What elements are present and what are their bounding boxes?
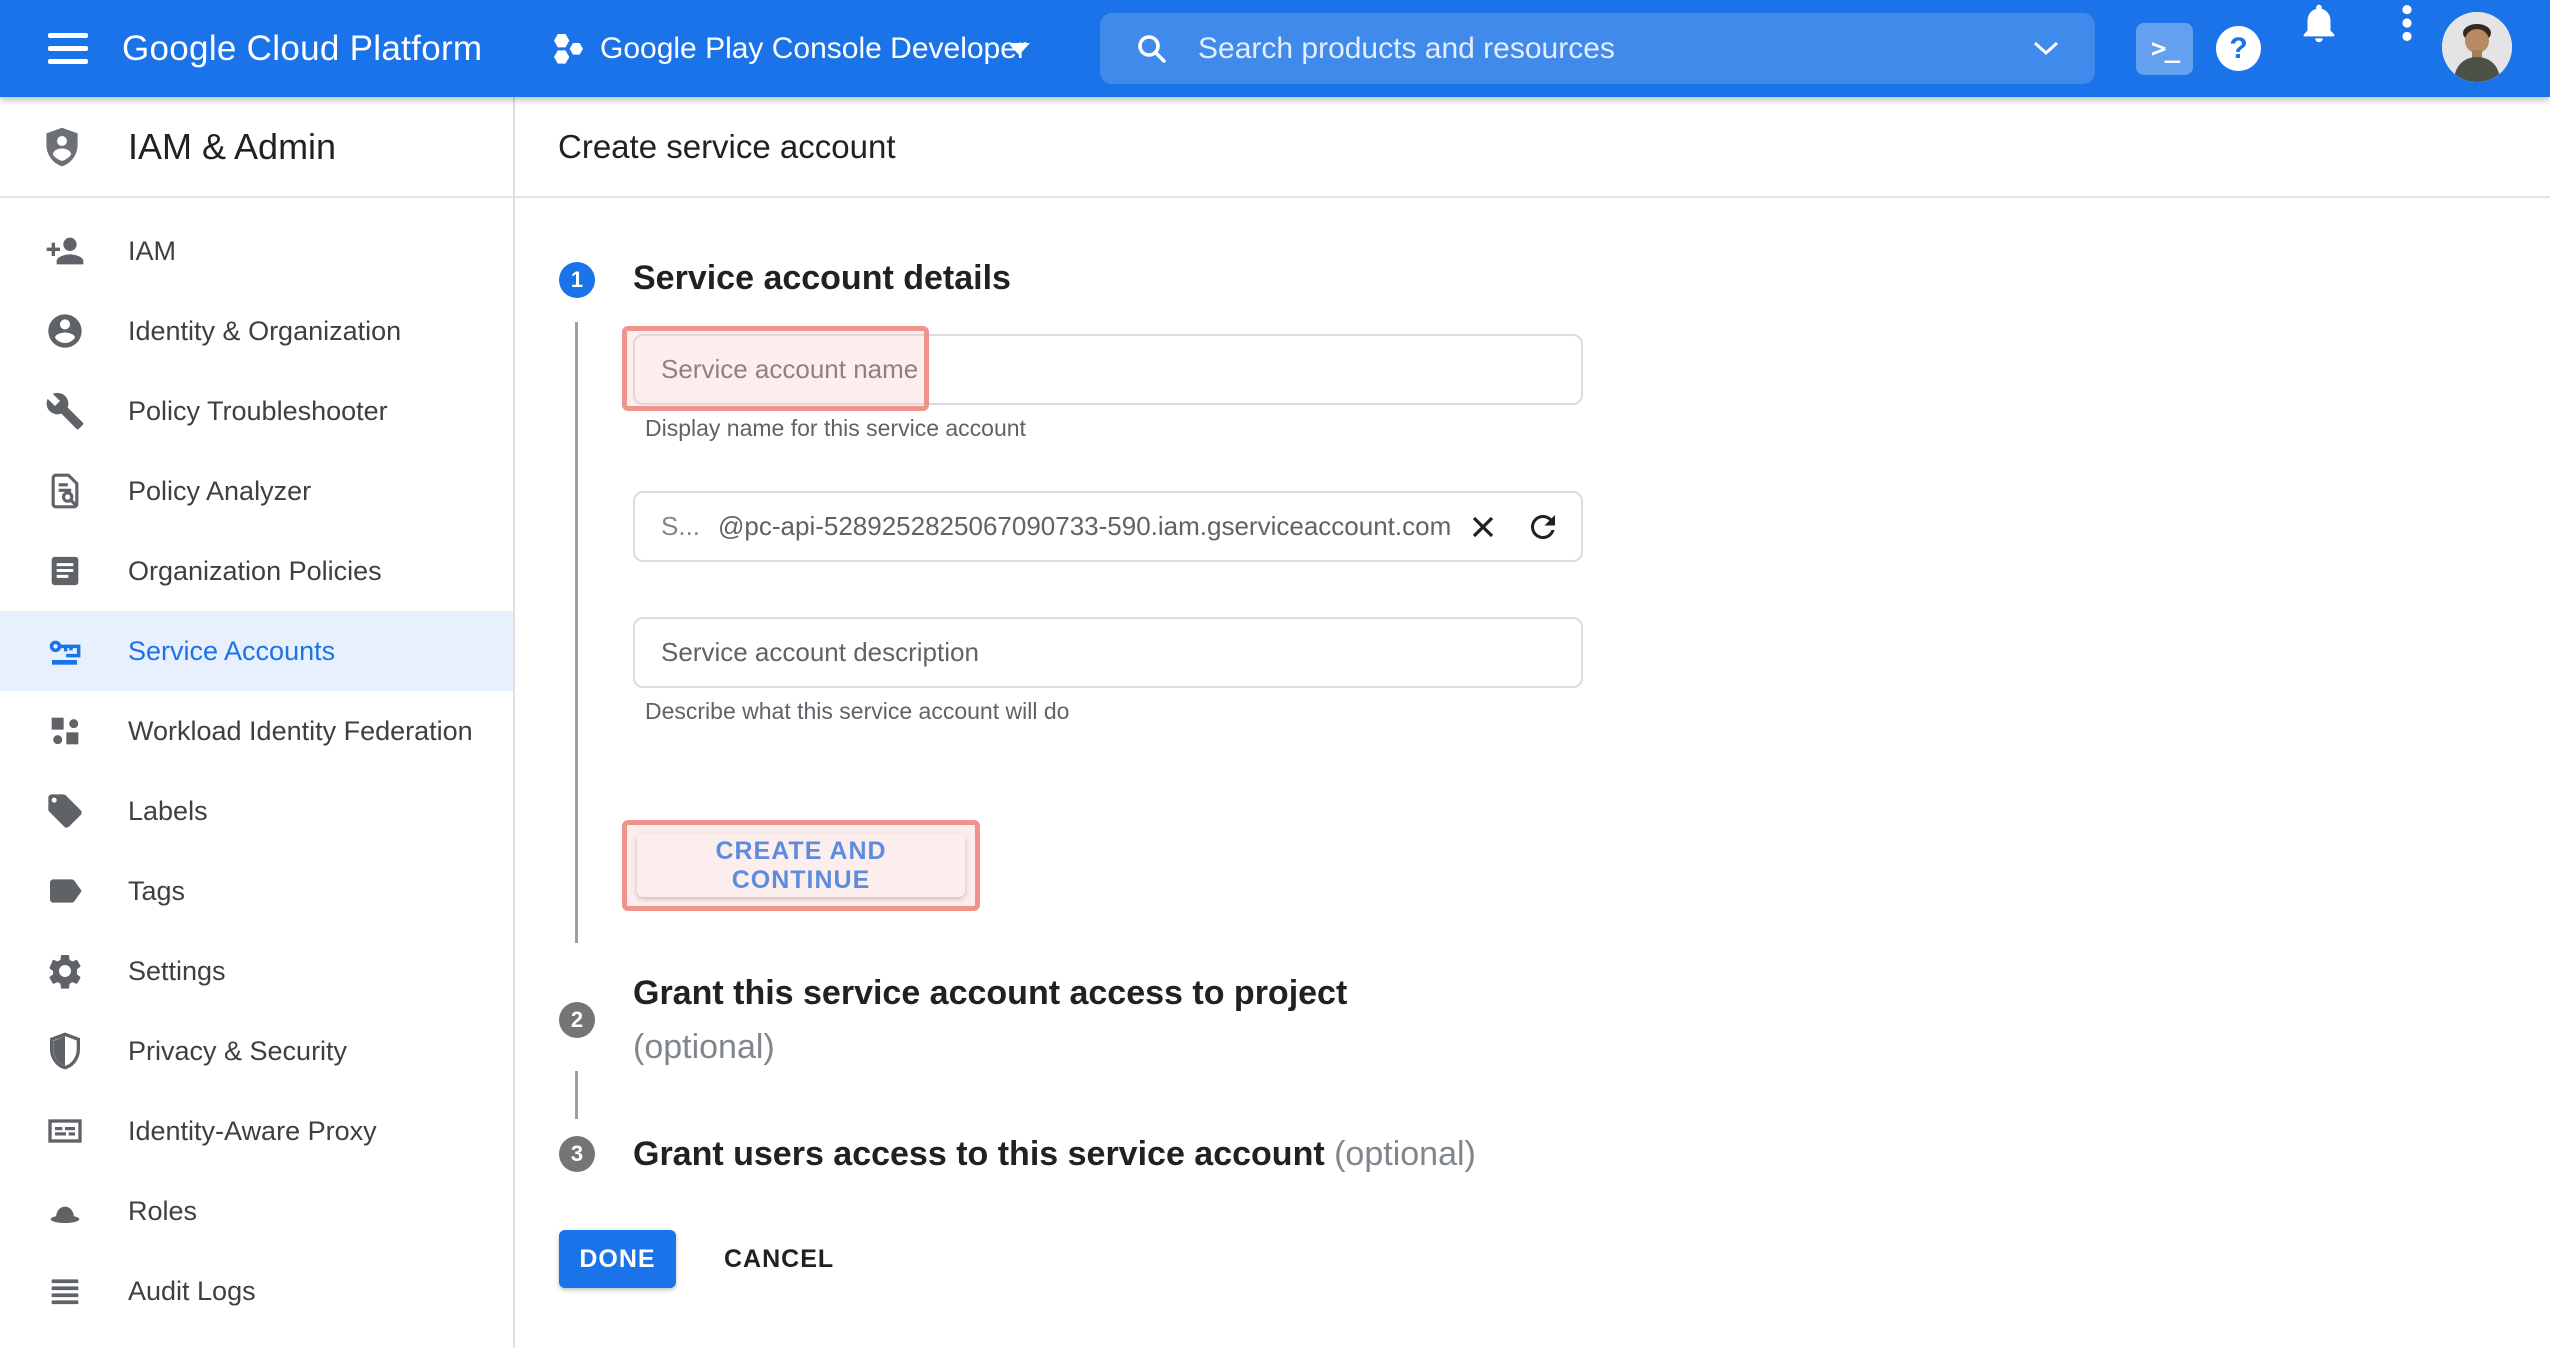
page-title: Create service account <box>558 97 896 196</box>
sidebar-item-label: Service Accounts <box>128 636 335 667</box>
sidebar-item-label: Identity-Aware Proxy <box>128 1116 377 1147</box>
sidebar-item-policy-troubleshooter[interactable]: Policy Troubleshooter <box>0 371 513 451</box>
stepper-connector-line <box>575 322 578 943</box>
step-3-number-badge: 3 <box>559 1136 595 1172</box>
person-add-icon <box>45 231 85 271</box>
shield-half-icon <box>45 1031 85 1071</box>
sidebar-item-audit-logs[interactable]: Audit Logs <box>0 1251 513 1331</box>
striped-card-icon <box>45 1111 85 1151</box>
caret-down-icon[interactable] <box>1008 0 1030 97</box>
sidebar-item-label: IAM <box>128 236 176 267</box>
step-1-number-badge: 1 <box>559 262 595 298</box>
top-navigation-bar: Google Cloud Platform Google Play Consol… <box>0 0 2550 97</box>
step-2-header: 2 Grant this service account access to p… <box>559 966 1347 1074</box>
doc-search-icon <box>45 471 85 511</box>
sidebar-item-identity-aware-proxy[interactable]: Identity-Aware Proxy <box>0 1091 513 1171</box>
sidebar-item-label: Labels <box>128 796 208 827</box>
description-helper-text: Describe what this service account will … <box>645 698 1069 725</box>
hat-icon <box>45 1191 85 1231</box>
sidebar-item-tags[interactable]: Tags <box>0 851 513 931</box>
iam-shield-icon <box>40 125 84 169</box>
search-bar[interactable]: Search products and resources <box>1100 13 2095 84</box>
sidebar-item-label: Policy Analyzer <box>128 476 311 507</box>
name-helper-text: Display name for this service account <box>645 415 1026 442</box>
sidebar-item-policy-analyzer[interactable]: Policy Analyzer <box>0 451 513 531</box>
gcp-console-screen: Google Cloud Platform Google Play Consol… <box>0 0 2550 1348</box>
project-selector[interactable]: Google Play Console Developer <box>600 0 1027 97</box>
service-account-description-input[interactable] <box>633 617 1583 688</box>
sidebar-item-label: Organization Policies <box>128 556 382 587</box>
gear-icon <box>45 951 85 991</box>
step-2-title: Grant this service account access to pro… <box>633 966 1347 1020</box>
project-hexagons-icon <box>550 0 590 97</box>
step-3-title: Grant users access to this service accou… <box>633 1135 1325 1173</box>
avatar[interactable] <box>2442 12 2512 82</box>
service-account-name-input[interactable] <box>633 334 1583 405</box>
tag-icon <box>45 791 85 831</box>
id-domain-value: @pc-api-5289252825067090733-590.iam.gser… <box>718 511 1451 542</box>
step-3-optional-label: (optional) <box>1334 1135 1476 1173</box>
step-3-header: 3 Grant users access to this service acc… <box>559 1132 1476 1176</box>
main-header: Create service account <box>515 97 2550 198</box>
chevron-down-icon[interactable] <box>2033 41 2059 56</box>
sidebar-header: IAM & Admin <box>0 97 513 198</box>
sidebar-item-privacy-security[interactable]: Privacy & Security <box>0 1011 513 1091</box>
sidebar-title: IAM & Admin <box>128 126 336 168</box>
cloud-shell-icon[interactable]: >_ <box>2136 23 2193 75</box>
sidebar: IAM & Admin IAM Identity & Organization <box>0 97 515 1348</box>
sidebar-item-label: Tags <box>128 876 185 907</box>
create-service-account-form: 1 Service account details Display name f… <box>515 198 2550 1348</box>
search-icon <box>1134 31 1170 67</box>
sidebar-item-labels[interactable]: Labels <box>0 771 513 851</box>
sidebar-item-label: Policy Troubleshooter <box>128 396 388 427</box>
sidebar-item-label: Audit Logs <box>128 1276 256 1307</box>
step-2-optional-label: (optional) <box>633 1020 1347 1074</box>
step-2-number-badge: 2 <box>559 1002 595 1038</box>
service-account-key-icon <box>45 631 85 671</box>
sidebar-item-label: Identity & Organization <box>128 316 401 347</box>
sidebar-item-label: Roles <box>128 1196 197 1227</box>
service-account-id-field[interactable]: S... @pc-api-5289252825067090733-590.iam… <box>633 491 1583 562</box>
sidebar-item-workload-identity-federation[interactable]: Workload Identity Federation <box>0 691 513 771</box>
sidebar-item-settings[interactable]: Settings <box>0 931 513 1011</box>
refresh-icon[interactable] <box>1525 509 1561 545</box>
cancel-button[interactable]: CANCEL <box>706 1230 852 1288</box>
sidebar-item-service-accounts[interactable]: Service Accounts <box>0 611 513 691</box>
sidebar-item-label: Workload Identity Federation <box>128 716 473 747</box>
sidebar-item-label: Settings <box>128 956 226 987</box>
more-vertical-icon[interactable] <box>2384 0 2430 46</box>
person-circle-icon <box>45 311 85 351</box>
doc-lines-icon <box>45 551 85 591</box>
label-arrow-icon <box>45 871 85 911</box>
sidebar-item-roles[interactable]: Roles <box>0 1171 513 1251</box>
list-lines-icon <box>45 1271 85 1311</box>
form-actions: DONE CANCEL <box>559 1230 852 1288</box>
sidebar-item-organization-policies[interactable]: Organization Policies <box>0 531 513 611</box>
step-1-header: 1 Service account details <box>559 259 1011 298</box>
shapes-grid-icon <box>45 711 85 751</box>
done-button[interactable]: DONE <box>559 1230 676 1288</box>
wrench-icon <box>45 391 85 431</box>
sidebar-item-label: Privacy & Security <box>128 1036 347 1067</box>
sidebar-item-identity-organization[interactable]: Identity & Organization <box>0 291 513 371</box>
id-placeholder-truncated: S... <box>661 511 700 542</box>
sidebar-item-iam[interactable]: IAM <box>0 211 513 291</box>
create-and-continue-button[interactable]: CREATE AND CONTINUE <box>637 834 965 897</box>
notifications-icon[interactable] <box>2296 0 2342 46</box>
clear-icon[interactable] <box>1465 509 1501 545</box>
gcp-logo[interactable]: Google Cloud Platform <box>122 0 482 97</box>
sidebar-nav: IAM Identity & Organization Policy Troub… <box>0 211 513 1331</box>
search-placeholder: Search products and resources <box>1198 32 2033 66</box>
stepper-connector-line <box>575 1071 578 1119</box>
step-1-title: Service account details <box>633 259 1011 298</box>
hamburger-menu-icon[interactable] <box>42 0 94 97</box>
help-icon[interactable]: ? <box>2216 26 2261 71</box>
